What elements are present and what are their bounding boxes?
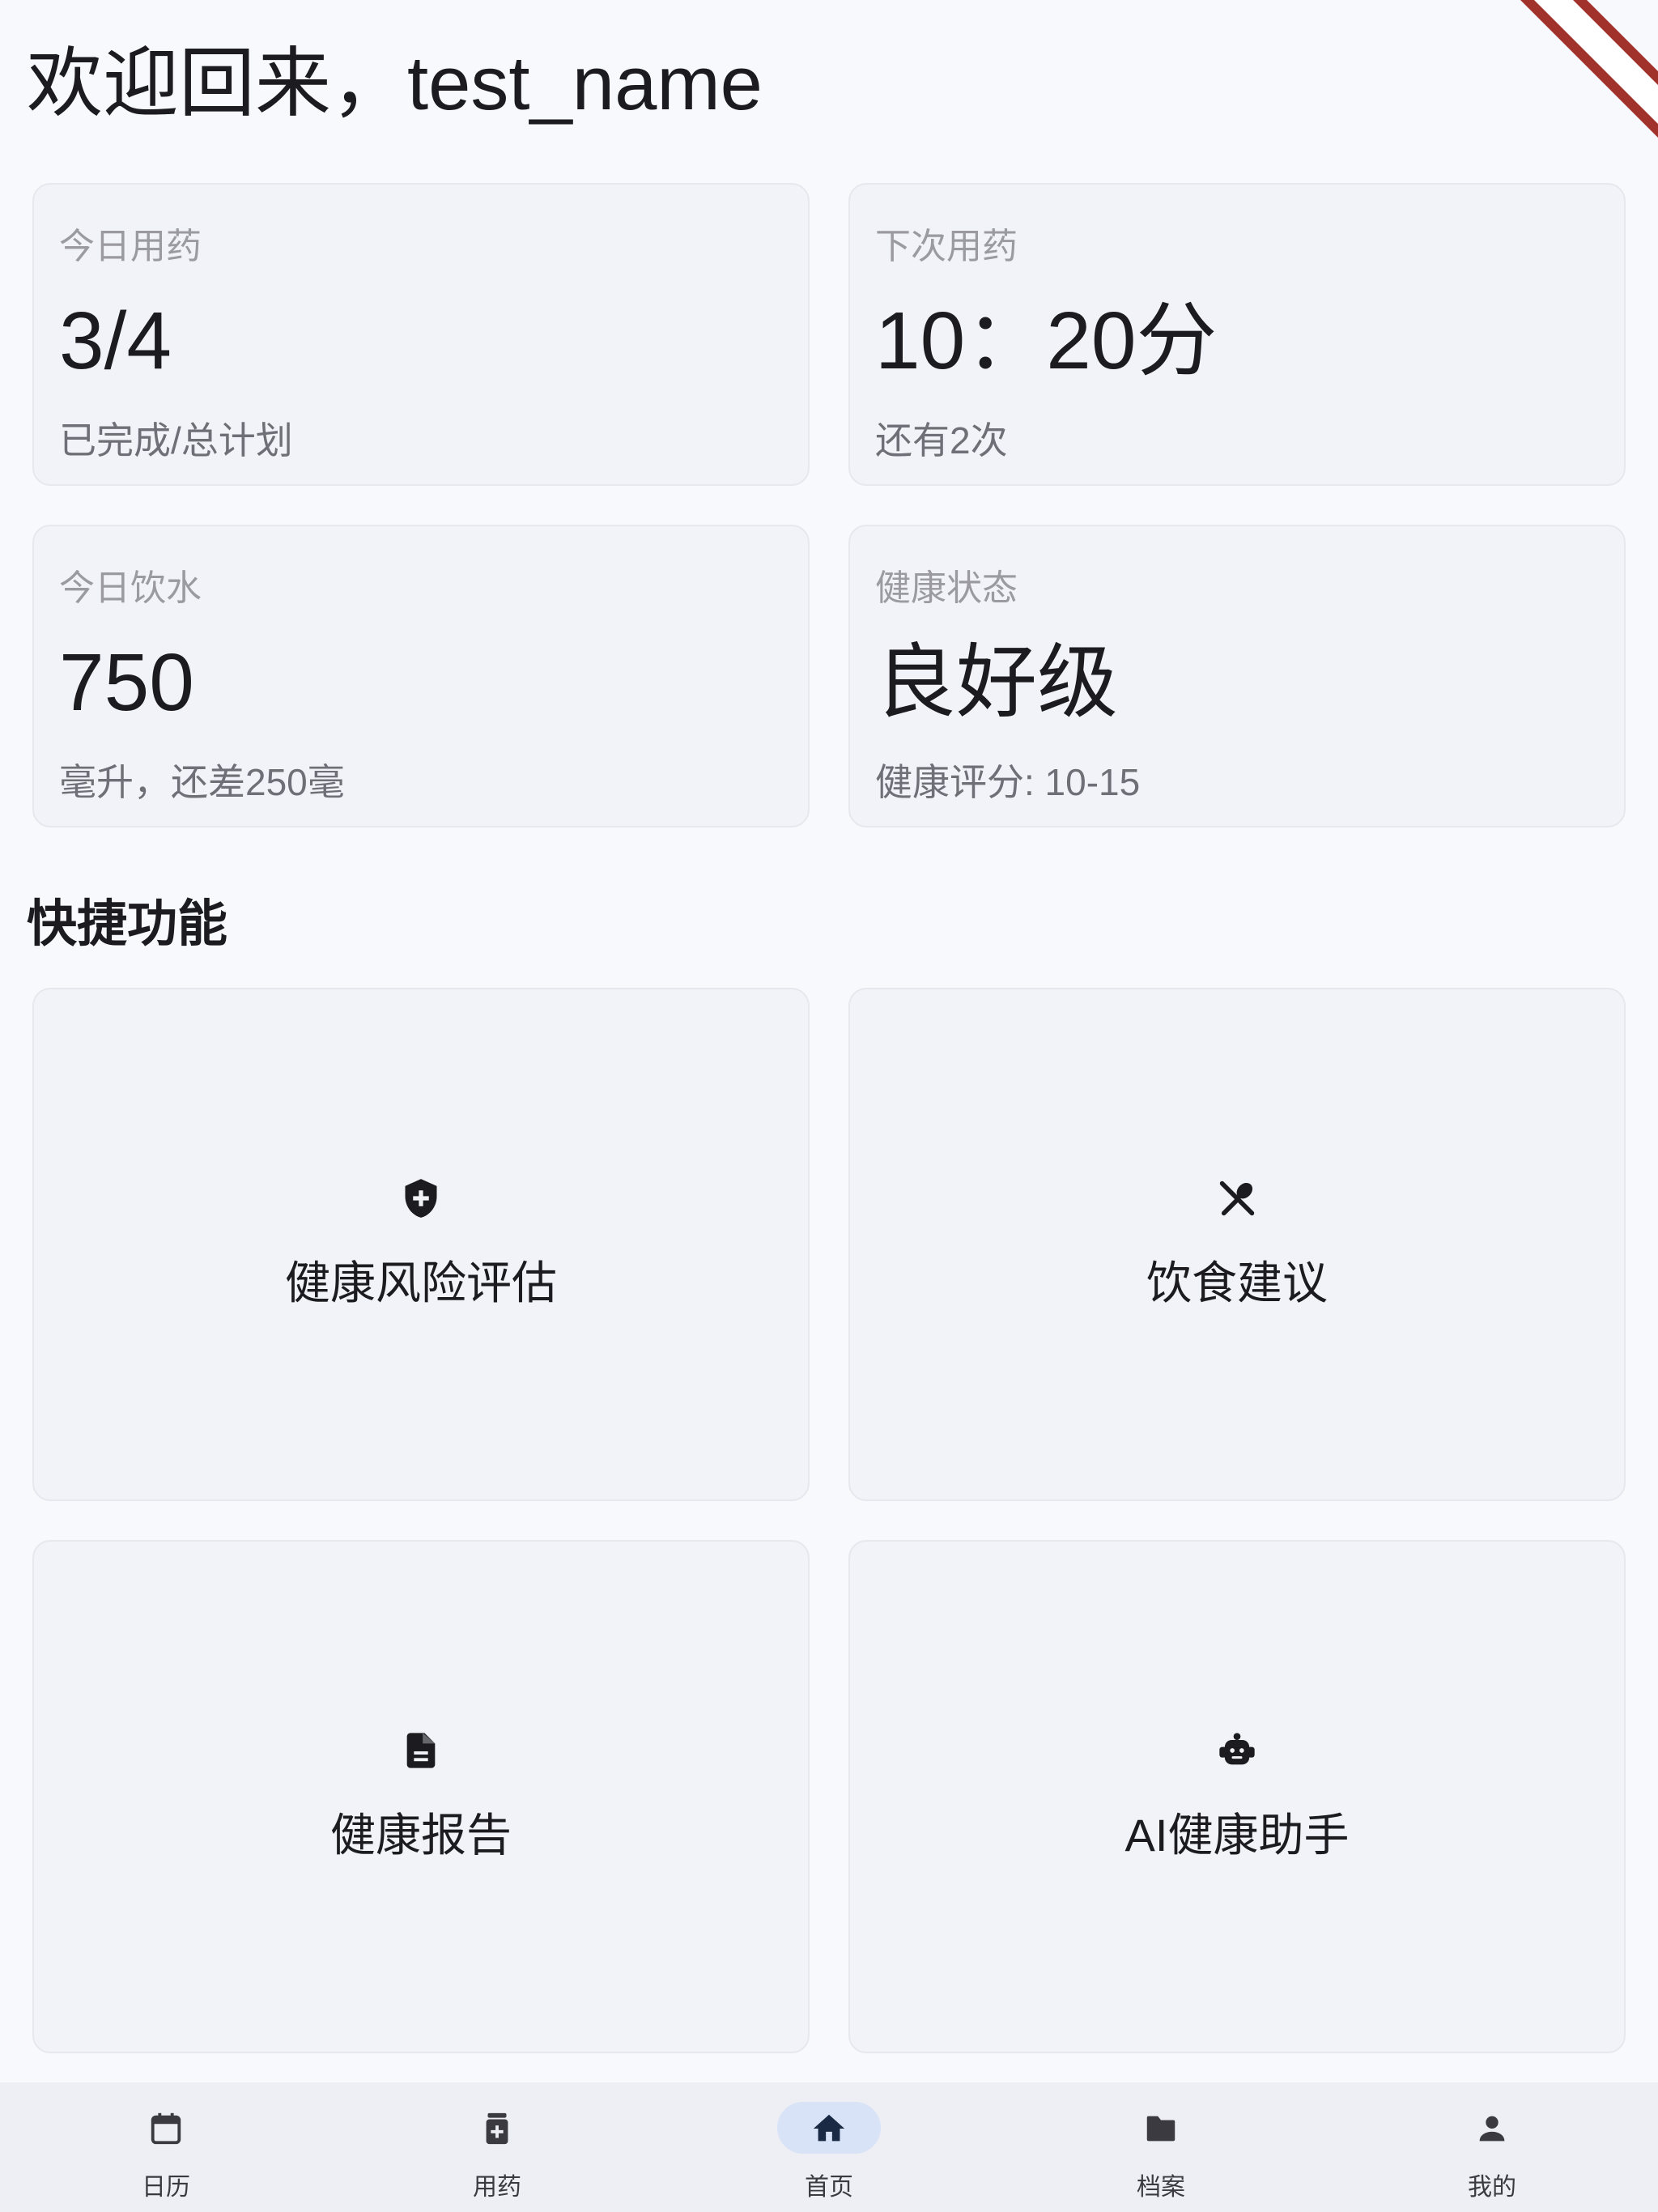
ai-health-assistant-button[interactable]: AI健康助手 (848, 1540, 1626, 2053)
stat-subtitle: 还有2次 (875, 419, 1008, 462)
stat-card-health-status: 健康状态 良好级 健康评分: 10-15 (848, 525, 1626, 827)
nav-label: 我的 (1468, 2174, 1516, 2201)
nav-item-home[interactable]: 首页 (764, 2082, 894, 2212)
nav-item-records[interactable]: 档案 (1096, 2082, 1226, 2212)
health-risk-assessment-button[interactable]: 健康风险评估 (32, 988, 810, 1501)
bottom-navigation-bar: 日历 用药 首页 档案 我的 (0, 2082, 1658, 2212)
nav-item-calendar[interactable]: 日历 (101, 2082, 231, 2212)
quick-actions-title: 快捷功能 (27, 896, 228, 952)
home-icon (813, 2114, 845, 2142)
health-report-button[interactable]: 健康报告 (32, 1540, 810, 2053)
stat-value: 3/4 (59, 296, 172, 386)
nav-label: 首页 (805, 2174, 853, 2201)
stat-value: 良好级 (875, 637, 1118, 728)
nav-label: 日历 (142, 2174, 190, 2201)
person-icon (1479, 2116, 1505, 2142)
action-label: 饮食建议 (1146, 1257, 1328, 1308)
robot-icon (1219, 1733, 1255, 1765)
stat-card-next-dose: 下次用药 10：20分 还有2次 (848, 183, 1626, 486)
stat-label: 健康状态 (875, 568, 1018, 608)
stat-value: 750 (59, 637, 194, 728)
medication-icon (486, 2112, 508, 2145)
stat-label: 今日饮水 (59, 568, 202, 608)
stat-subtitle: 已完成/总计划 (59, 419, 293, 462)
document-icon (406, 1733, 436, 1768)
nav-label: 档案 (1137, 2174, 1185, 2201)
debug-banner-stripe (1518, 0, 1658, 146)
stat-subtitle: 健康评分: 10-15 (875, 761, 1141, 803)
action-label: 健康报告 (330, 1810, 512, 1861)
diet-advice-button[interactable]: 饮食建议 (848, 988, 1626, 1501)
stat-card-water-today: 今日饮水 750 毫升，还差250毫 (32, 525, 810, 827)
stat-subtitle: 毫升，还差250毫 (59, 761, 345, 803)
stat-card-medication-today: 今日用药 3/4 已完成/总计划 (32, 183, 810, 486)
folder-icon (1146, 2116, 1175, 2142)
restaurant-icon (1219, 1180, 1255, 1216)
action-label: AI健康助手 (1124, 1810, 1350, 1861)
shield-plus-icon (405, 1179, 437, 1218)
action-label: 健康风险评估 (285, 1257, 557, 1308)
stat-label: 今日用药 (59, 227, 202, 266)
stat-value: 10：20分 (875, 296, 1218, 386)
home-screen: 欢迎回来，test_name 今日用药 3/4 已完成/总计划 下次用药 10：… (0, 0, 1658, 2212)
page-title: 欢迎回来，test_name (27, 40, 763, 125)
nav-item-profile[interactable]: 我的 (1427, 2082, 1557, 2212)
nav-item-medication[interactable]: 用药 (432, 2082, 562, 2212)
stat-label: 下次用药 (875, 227, 1018, 266)
nav-label: 用药 (473, 2174, 521, 2201)
calendar-icon (151, 2112, 181, 2145)
debug-banner (1512, 0, 1658, 146)
